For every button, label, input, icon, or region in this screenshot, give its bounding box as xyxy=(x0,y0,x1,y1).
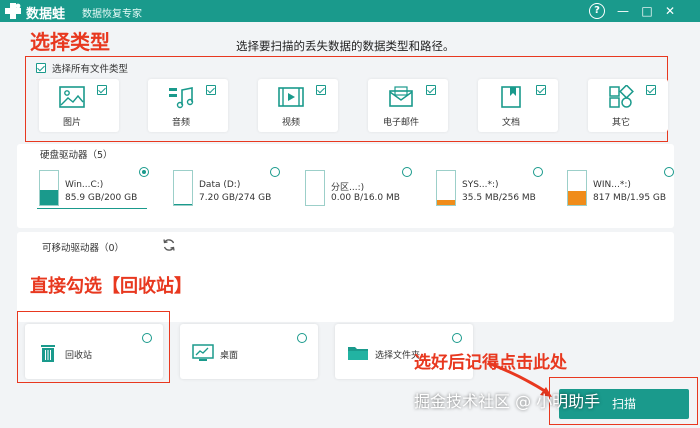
folder-icon xyxy=(348,347,368,360)
file-type-email[interactable]: 电子邮件 xyxy=(368,79,448,132)
file-type-label: 其它 xyxy=(611,118,630,128)
disk-icon xyxy=(305,170,325,206)
music-icon xyxy=(169,87,194,109)
close-icon[interactable]: ✕ xyxy=(662,3,678,19)
annotation-box-recycle xyxy=(17,311,170,383)
disk-size: 35.5 MB/256 MB xyxy=(462,193,536,203)
disk-name: 分区...:) xyxy=(331,183,365,193)
desktop-icon xyxy=(192,344,214,361)
app-name: 数据蛙 xyxy=(26,7,66,22)
disk-name: Win...C:) xyxy=(65,180,104,190)
location-radio[interactable] xyxy=(452,333,462,343)
document-icon xyxy=(501,86,521,108)
video-icon xyxy=(278,87,304,107)
disk-name: WIN...*:) xyxy=(593,180,631,190)
disk-size: 0.00 B/16.0 MB xyxy=(331,193,400,203)
page-subtitle: 选择要扫描的丢失数据的数据类型和路径。 xyxy=(236,39,455,53)
app-logo-icon xyxy=(5,3,21,19)
file-type-checkbox[interactable] xyxy=(97,85,107,95)
removable-drives-header: 可移动驱动器（0） xyxy=(42,243,125,254)
email-icon xyxy=(389,86,413,107)
file-type-checkbox[interactable] xyxy=(426,85,436,95)
refresh-icon[interactable] xyxy=(162,238,176,252)
file-type-document[interactable]: 文档 xyxy=(478,79,558,132)
disk-icon xyxy=(39,170,59,206)
disk-icon xyxy=(173,170,193,206)
select-all-checkbox[interactable]: 选择所有文件类型 xyxy=(36,61,128,75)
disk-icon xyxy=(567,170,587,206)
watermark: 掘金技术社区 @ 小明助手 xyxy=(414,392,601,411)
checkbox-icon[interactable] xyxy=(36,63,46,73)
disk-radio[interactable] xyxy=(139,167,149,177)
other-icon xyxy=(609,85,634,108)
help-icon[interactable]: ? xyxy=(589,3,605,19)
maximize-icon[interactable]: □ xyxy=(639,3,655,19)
disk-radio[interactable] xyxy=(270,167,280,177)
disk-name: Data (D:) xyxy=(199,180,241,190)
file-type-checkbox[interactable] xyxy=(536,85,546,95)
disk-radio[interactable] xyxy=(402,167,412,177)
file-type-label: 电子邮件 xyxy=(382,118,419,128)
image-icon xyxy=(59,86,85,108)
disk-size: 7.20 GB/274 GB xyxy=(199,193,272,203)
disk-name: SYS...*:) xyxy=(462,180,499,190)
file-type-label: 视频 xyxy=(281,118,300,128)
disk-size: 817 MB/1.95 GB xyxy=(593,193,667,203)
file-type-checkbox[interactable] xyxy=(316,85,326,95)
file-type-label: 图片 xyxy=(62,118,81,128)
file-type-video[interactable]: 视频 xyxy=(258,79,338,132)
location-radio[interactable] xyxy=(297,333,307,343)
file-type-label: 音频 xyxy=(171,118,190,128)
selected-disk-underline xyxy=(37,208,147,209)
app-subtitle: 数据恢复专家 xyxy=(82,9,142,20)
disk-radio[interactable] xyxy=(533,167,543,177)
file-type-image[interactable]: 图片 xyxy=(39,79,119,132)
disk-drives-header: 硬盘驱动器（5） xyxy=(40,150,113,161)
minimize-icon[interactable]: — xyxy=(615,3,631,19)
disk-radio[interactable] xyxy=(664,167,674,177)
annotation-check-recycle: 直接勾选【回收站】 xyxy=(30,276,192,297)
file-type-checkbox[interactable] xyxy=(206,85,216,95)
disk-size: 85.9 GB/200 GB xyxy=(65,193,138,203)
select-all-label: 选择所有文件类型 xyxy=(52,64,129,75)
file-type-other[interactable]: 其它 xyxy=(588,79,668,132)
location-label: 桌面 xyxy=(220,351,239,361)
file-type-audio[interactable]: 音频 xyxy=(148,79,228,132)
file-type-checkbox[interactable] xyxy=(646,85,656,95)
file-type-label: 文档 xyxy=(501,118,520,128)
disk-icon xyxy=(436,170,456,206)
annotation-select-type: 选择类型 xyxy=(30,30,110,54)
location-desktop[interactable]: 桌面 xyxy=(180,324,318,379)
title-bar: 数据蛙 数据恢复专家 ? — □ ✕ xyxy=(0,0,700,22)
